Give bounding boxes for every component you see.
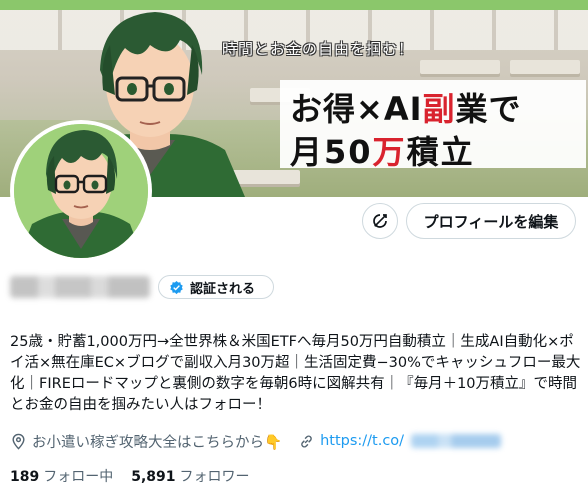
banner-headline-line2: 月50万積立 <box>290 127 475 173</box>
following-value: 189 <box>10 469 40 485</box>
banner-tagline: 時間とお金の自由を掴む！ <box>222 40 415 58</box>
banner-line1-text-b: 業で <box>455 90 522 128</box>
location-text: お小遣い稼ぎ攻略大全はこちらから👇 <box>32 434 283 451</box>
avatar-illustration <box>14 124 148 258</box>
profile-meta-row: お小遣い稼ぎ攻略大全はこちらから👇 https://t.co/ <box>10 430 582 452</box>
followers-value: 5,891 <box>131 469 176 485</box>
website-item[interactable]: https://t.co/ <box>298 433 502 450</box>
avatar-image <box>14 124 148 258</box>
website-link[interactable]: https://t.co/ <box>320 433 404 449</box>
no-sync-icon <box>373 214 387 228</box>
followers-count[interactable]: 5,891 フォロワー <box>131 466 249 486</box>
banner-desk <box>510 60 580 74</box>
display-name-redacted <box>10 276 150 298</box>
location-item: お小遣い稼ぎ攻略大全はこちらから👇 <box>10 431 282 452</box>
banner-line2-text-a: 月50 <box>290 133 373 171</box>
website-link-redacted <box>411 434 502 448</box>
link-icon <box>301 435 312 447</box>
following-count[interactable]: 189 フォロー中 <box>10 466 113 486</box>
get-verified-button[interactable]: 認証される <box>158 275 274 299</box>
location-pin-icon <box>12 433 25 450</box>
edit-profile-button[interactable]: プロフィールを編集 <box>406 203 576 239</box>
banner-headline-line1: お得×AI副業で <box>290 84 522 130</box>
verified-badge-icon <box>170 280 183 294</box>
banner-line1-text-a: お得×AI <box>290 90 423 128</box>
banner-desk <box>420 60 500 74</box>
follow-counts: 189 フォロー中 5,891 フォロワー <box>10 466 250 486</box>
profile-bio: 25歳・貯蓄1,000万円→全世界株＆米国ETFへ毎月50万円自動積立｜生成AI… <box>10 334 581 413</box>
followers-label: フォロワー <box>179 469 250 485</box>
following-label: フォロー中 <box>43 469 114 485</box>
banner-line2-text-b: 積立 <box>406 133 475 171</box>
banner-line2-highlight: 万 <box>372 133 407 171</box>
no-sync-button[interactable] <box>362 203 398 239</box>
banner-line1-highlight: 副 <box>422 90 456 128</box>
avatar[interactable] <box>10 120 152 262</box>
get-verified-label: 認証される <box>190 281 256 297</box>
